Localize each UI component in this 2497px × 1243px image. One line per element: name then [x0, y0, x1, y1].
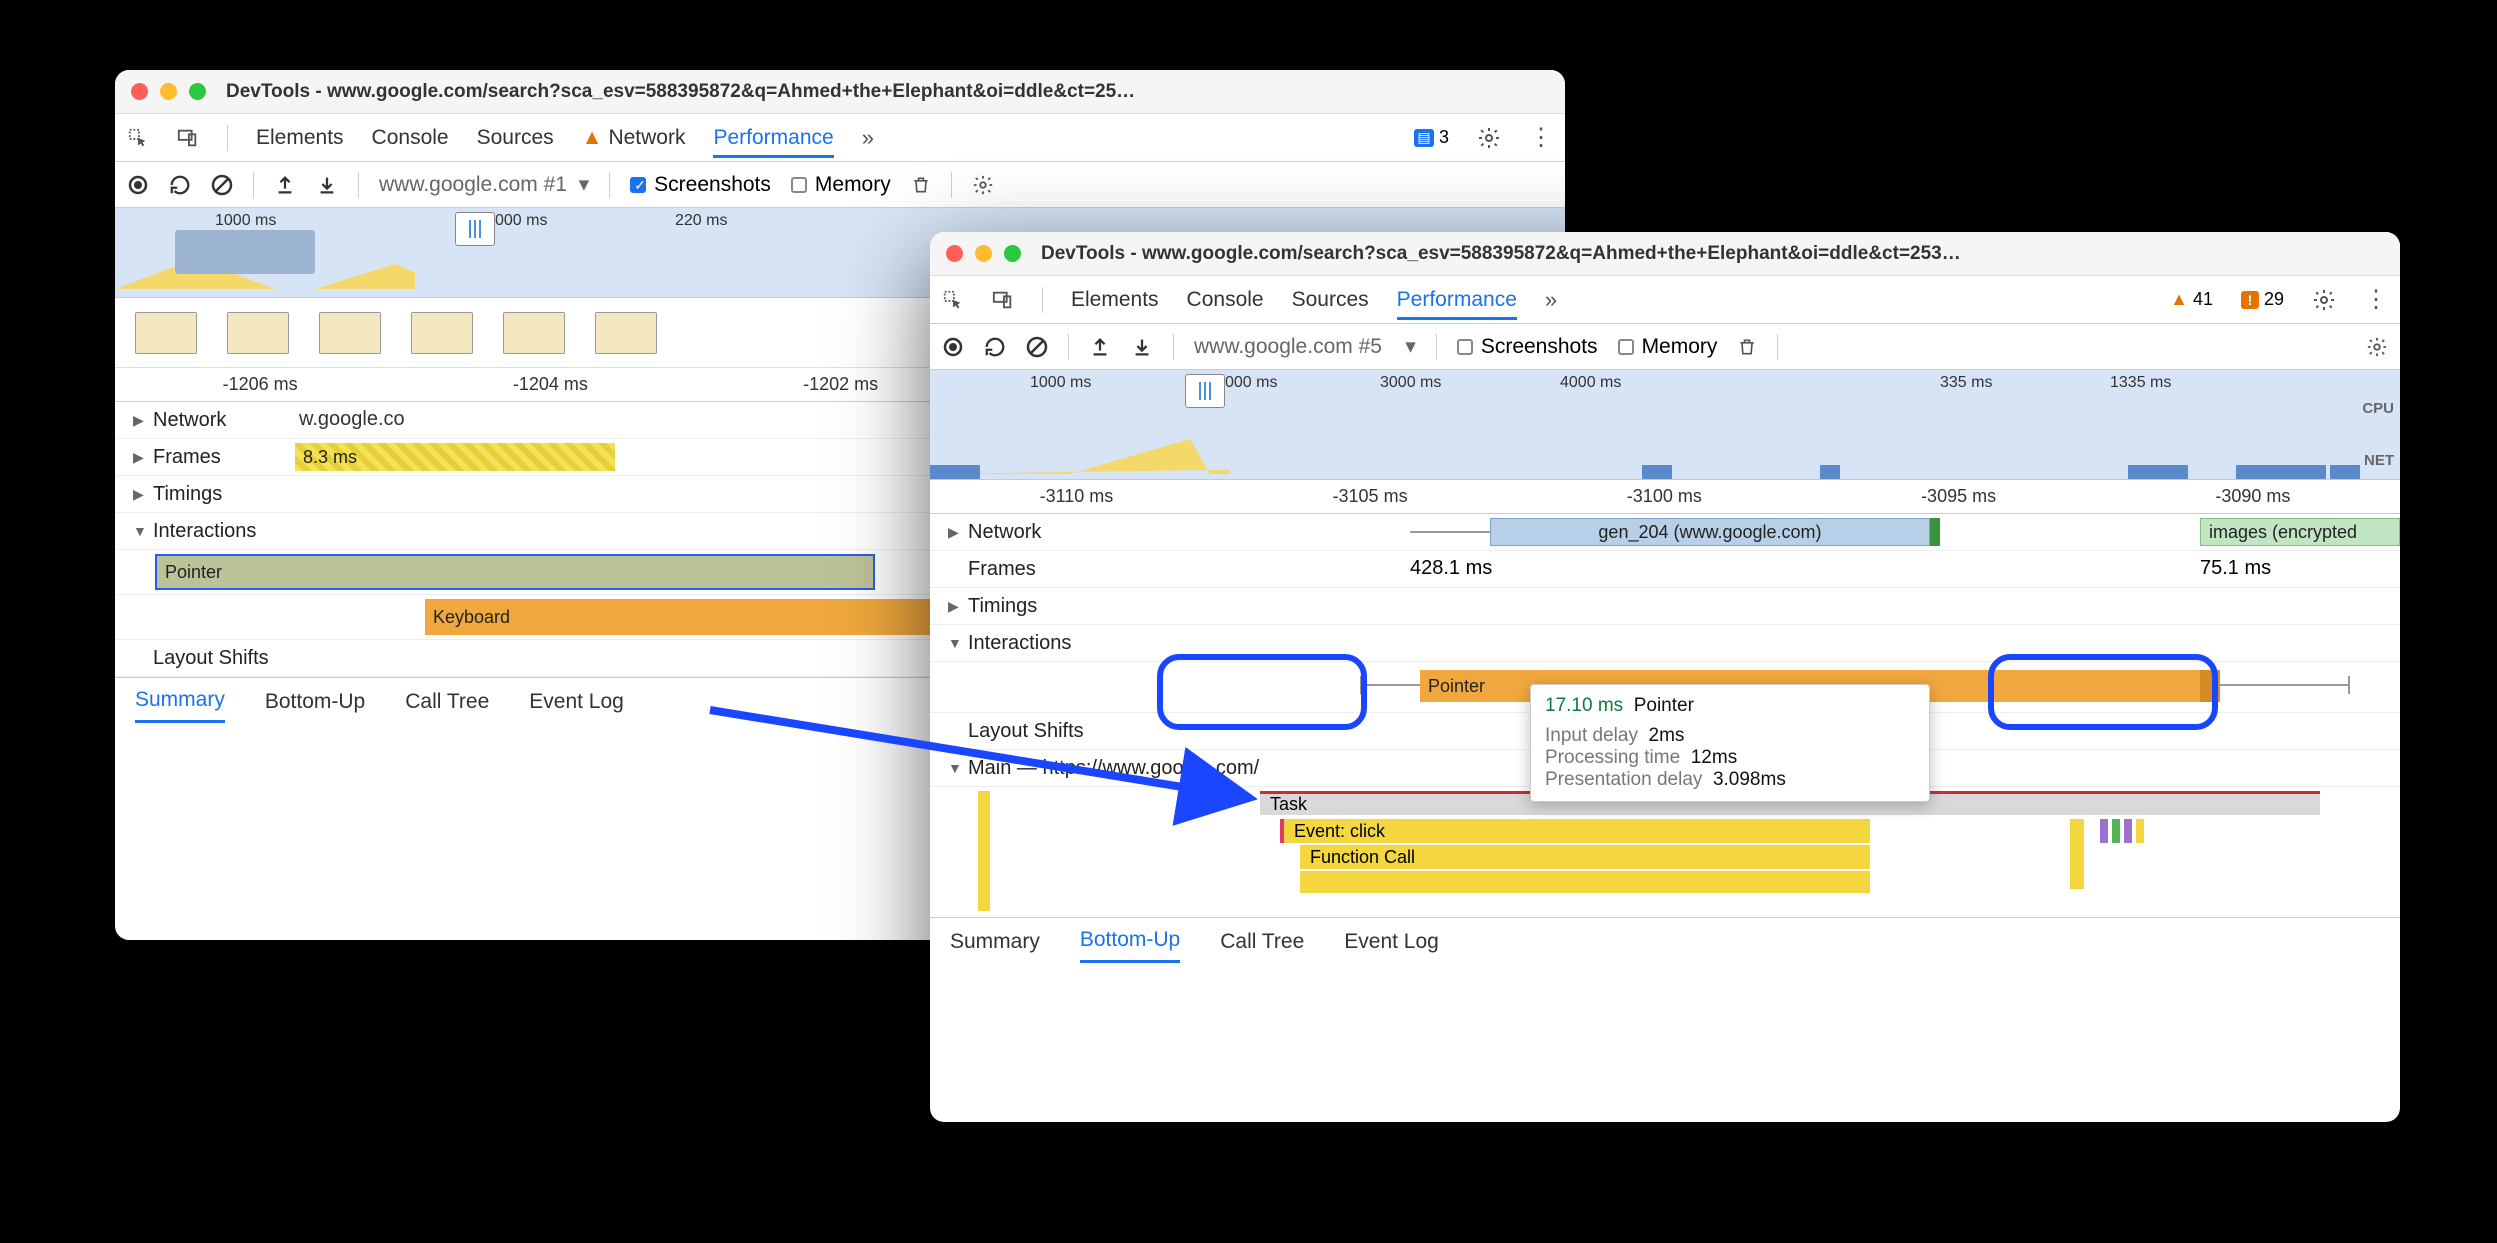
minimize-button[interactable]	[160, 83, 177, 100]
expand-icon[interactable]: ▶	[948, 598, 962, 615]
download-icon[interactable]	[316, 174, 338, 196]
expand-icon[interactable]: ▶	[133, 449, 147, 466]
clear-icon[interactable]	[211, 174, 233, 196]
track-interactions[interactable]: Interactions	[968, 632, 1071, 655]
upload-icon[interactable]	[274, 174, 296, 196]
window-title: DevTools - www.google.com/search?sca_esv…	[1041, 243, 2384, 265]
close-button[interactable]	[131, 83, 148, 100]
tab-elements[interactable]: Elements	[1071, 288, 1159, 312]
record-icon[interactable]	[942, 336, 964, 358]
expand-icon[interactable]: ▶	[133, 412, 147, 429]
upload-icon[interactable]	[1089, 336, 1111, 358]
device-icon[interactable]	[177, 127, 199, 149]
clear-icon[interactable]	[1026, 336, 1048, 358]
track-network[interactable]: Network	[968, 521, 1041, 544]
expand-icon[interactable]: ▶	[133, 486, 147, 503]
track-layout-shifts[interactable]: Layout Shifts	[153, 647, 269, 670]
net-bar-2[interactable]: images (encrypted	[2200, 518, 2400, 546]
profile-select[interactable]: www.google.com #1 ▾	[379, 172, 589, 197]
tab-performance[interactable]: Performance	[1397, 288, 1517, 320]
warnings-badge[interactable]: ▲41	[2170, 289, 2213, 310]
trash-icon[interactable]	[911, 175, 931, 195]
collapse-icon[interactable]: ▼	[948, 760, 962, 776]
bottom-tab-bottom-up[interactable]: Bottom-Up	[1080, 920, 1180, 963]
collapse-icon[interactable]: ▼	[948, 635, 962, 651]
more-tabs-icon[interactable]: »	[862, 125, 874, 151]
more-tabs-icon[interactable]: »	[1545, 287, 1557, 313]
overview-handle[interactable]	[1185, 374, 1225, 408]
kebab-icon[interactable]: ⋮	[2364, 285, 2388, 314]
inspect-icon[interactable]	[127, 127, 149, 149]
reload-icon[interactable]	[169, 174, 191, 196]
inspect-icon[interactable]	[942, 289, 964, 311]
settings-icon[interactable]	[1477, 126, 1501, 150]
tab-console[interactable]: Console	[372, 126, 449, 150]
bottom-tab-bottom-up[interactable]: Bottom-Up	[265, 682, 365, 722]
close-button[interactable]	[946, 245, 963, 262]
net-bar-1[interactable]: gen_204 (www.google.com)	[1490, 518, 1930, 546]
collapse-icon[interactable]: ▼	[133, 523, 147, 539]
errors-badge[interactable]: !29	[2241, 289, 2284, 310]
warning-icon: ▲	[582, 126, 603, 150]
overview-timeline[interactable]: 1000 ms 000 ms 3000 ms 4000 ms 335 ms 13…	[930, 370, 2400, 480]
interaction-tooltip: 17.10 ms Pointer Input delay 2ms Process…	[1530, 684, 1930, 802]
screenshots-checkbox[interactable]: Screenshots	[1457, 335, 1598, 359]
bottom-tab-summary[interactable]: Summary	[950, 922, 1040, 962]
reload-icon[interactable]	[984, 336, 1006, 358]
memory-checkbox[interactable]: Memory	[791, 173, 891, 197]
bottom-tab-summary[interactable]: Summary	[135, 680, 225, 723]
memory-checkbox[interactable]: Memory	[1618, 335, 1718, 359]
flame-fn[interactable]: Function Call	[1300, 845, 1870, 869]
window-title: DevTools - www.google.com/search?sca_esv…	[226, 81, 1549, 103]
tab-sources[interactable]: Sources	[477, 126, 554, 150]
flame-event[interactable]: Event: click	[1280, 819, 1870, 843]
tab-network[interactable]: Network	[608, 126, 685, 150]
bottom-tab-call-tree[interactable]: Call Tree	[1220, 922, 1304, 962]
tab-elements[interactable]: Elements	[256, 126, 344, 150]
download-icon[interactable]	[1131, 336, 1153, 358]
track-timings[interactable]: Timings	[153, 483, 222, 506]
device-icon[interactable]	[992, 289, 1014, 311]
trash-icon[interactable]	[1737, 337, 1757, 357]
track-frames[interactable]: Frames	[153, 446, 221, 469]
capture-settings-icon[interactable]	[2366, 336, 2388, 358]
minimize-button[interactable]	[975, 245, 992, 262]
settings-icon[interactable]	[2312, 288, 2336, 312]
tab-console[interactable]: Console	[1187, 288, 1264, 312]
kebab-icon[interactable]: ⋮	[1529, 123, 1553, 152]
overview-handle[interactable]	[455, 212, 495, 246]
track-layout-shifts[interactable]: Layout Shifts	[968, 720, 1084, 743]
maximize-button[interactable]	[1004, 245, 1021, 262]
profile-select[interactable]: www.google.com #5 ▾	[1194, 334, 1416, 359]
track-main[interactable]: Main — https://www.google.com/	[968, 757, 1259, 780]
screenshots-checkbox[interactable]: ✓Screenshots	[630, 173, 771, 197]
bottom-tab-event-log[interactable]: Event Log	[1344, 922, 1439, 962]
frame-bar[interactable]: 8.3 ms	[295, 443, 615, 471]
track-frames[interactable]: Frames	[968, 558, 1036, 581]
track-interactions[interactable]: Interactions	[153, 520, 256, 543]
bottom-tab-event-log[interactable]: Event Log	[529, 682, 624, 722]
tab-sources[interactable]: Sources	[1292, 288, 1369, 312]
record-icon[interactable]	[127, 174, 149, 196]
capture-settings-icon[interactable]	[972, 174, 994, 196]
time-ruler[interactable]: -3110 ms-3105 ms-3100 ms-3095 ms-3090 ms	[930, 480, 2400, 514]
messages-badge[interactable]: ▤3	[1414, 127, 1449, 148]
track-network[interactable]: Network	[153, 409, 226, 432]
bottom-tab-call-tree[interactable]: Call Tree	[405, 682, 489, 722]
maximize-button[interactable]	[189, 83, 206, 100]
tab-performance[interactable]: Performance	[713, 126, 833, 158]
expand-icon[interactable]: ▶	[948, 524, 962, 541]
pointer-bar[interactable]: Pointer	[155, 554, 875, 590]
track-timings[interactable]: Timings	[968, 595, 1037, 618]
